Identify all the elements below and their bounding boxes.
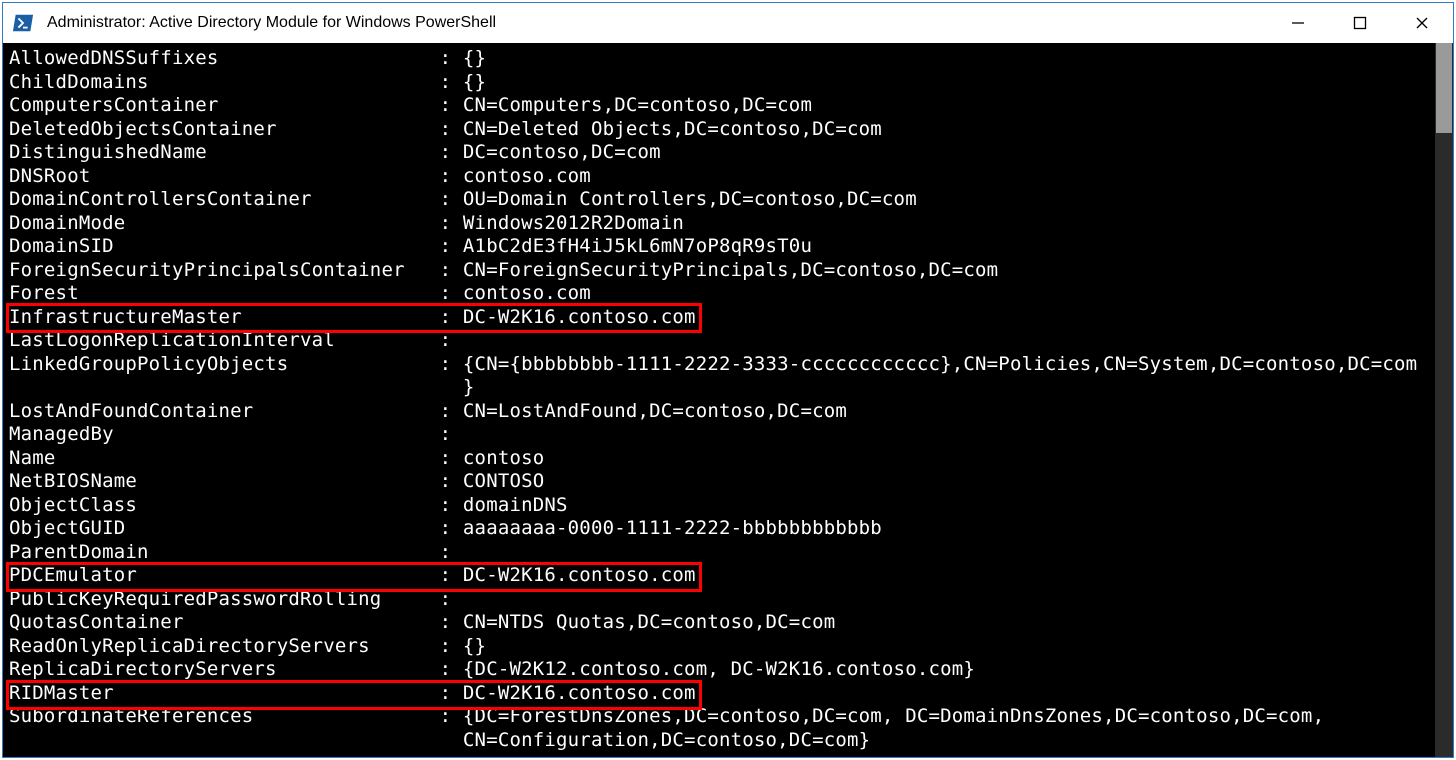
output-row: }: [9, 376, 1429, 400]
output-row: ComputersContainer : CN=Computers,DC=con…: [9, 94, 1429, 118]
output-row: PublicKeyRequiredPasswordRolling :: [9, 588, 1429, 612]
output-row: ParentDomain :: [9, 541, 1429, 565]
maximize-button[interactable]: [1329, 3, 1391, 43]
output-row: Forest : contoso.com: [9, 282, 1429, 306]
minimize-button[interactable]: [1267, 3, 1329, 43]
titlebar[interactable]: Administrator: Active Directory Module f…: [3, 3, 1453, 43]
output-row: LastLogonReplicationInterval :: [9, 329, 1429, 353]
output-row: DeletedObjectsContainer : CN=Deleted Obj…: [9, 118, 1429, 142]
window-title: Administrator: Active Directory Module f…: [43, 14, 1267, 32]
vertical-scrollbar[interactable]: [1435, 43, 1453, 757]
powershell-icon: [3, 3, 43, 43]
output-row: DNSRoot : contoso.com: [9, 165, 1429, 189]
output-row: InfrastructureMaster : DC-W2K16.contoso.…: [9, 306, 1429, 330]
output-row: ForeignSecurityPrincipalsContainer : CN=…: [9, 259, 1429, 283]
output-row: ReadOnlyReplicaDirectoryServers : {}: [9, 635, 1429, 659]
output-row: PDCEmulator : DC-W2K16.contoso.com: [9, 564, 1429, 588]
output-row: ReplicaDirectoryServers : {DC-W2K12.cont…: [9, 658, 1429, 682]
output-row: DomainMode : Windows2012R2Domain: [9, 212, 1429, 236]
output-row: ManagedBy :: [9, 423, 1429, 447]
output-row: QuotasContainer : CN=NTDS Quotas,DC=cont…: [9, 611, 1429, 635]
output-row: Name : contoso: [9, 447, 1429, 471]
output-row: LinkedGroupPolicyObjects : {CN={bbbbbbbb…: [9, 353, 1429, 377]
output-row: ObjectClass : domainDNS: [9, 494, 1429, 518]
close-button[interactable]: [1391, 3, 1453, 43]
output-row: LostAndFoundContainer : CN=LostAndFound,…: [9, 400, 1429, 424]
output-row: DomainControllersContainer : OU=Domain C…: [9, 188, 1429, 212]
window-controls: [1267, 3, 1453, 43]
output-row: DistinguishedName : DC=contoso,DC=com: [9, 141, 1429, 165]
output-row: CN=Configuration,DC=contoso,DC=com}: [9, 729, 1429, 753]
output-row: ChildDomains : {}: [9, 71, 1429, 95]
output-row: AllowedDNSSuffixes : {}: [9, 47, 1429, 71]
output-row: NetBIOSName : CONTOSO: [9, 470, 1429, 494]
console-area[interactable]: AllowedDNSSuffixes : {}ChildDomains : {}…: [3, 43, 1453, 757]
output-row: ObjectGUID : aaaaaaaa-0000-1111-2222-bbb…: [9, 517, 1429, 541]
output-row: DomainSID : A1bC2dE3fH4iJ5kL6mN7oP8qR9sT…: [9, 235, 1429, 259]
output-row: RIDMaster : DC-W2K16.contoso.com: [9, 682, 1429, 706]
console-output: AllowedDNSSuffixes : {}ChildDomains : {}…: [9, 47, 1429, 752]
output-row: SubordinateReferences : {DC=ForestDnsZon…: [9, 705, 1429, 729]
scroll-thumb[interactable]: [1436, 43, 1452, 133]
window-frame: Administrator: Active Directory Module f…: [2, 2, 1454, 758]
